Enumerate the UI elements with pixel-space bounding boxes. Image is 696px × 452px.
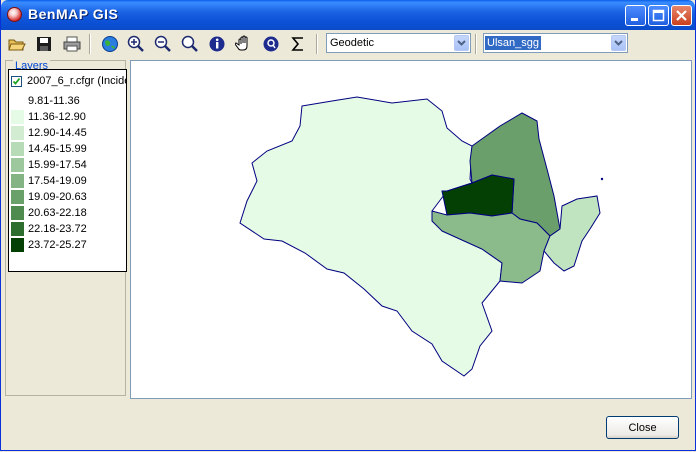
- legend-bin: 17.54-19.09: [9, 174, 126, 188]
- layer-select[interactable]: Ulsan_sgg: [483, 33, 628, 53]
- close-icon: [676, 10, 687, 21]
- print-button[interactable]: [61, 33, 83, 55]
- zoom-in-icon: [127, 35, 144, 52]
- legend-swatch: [11, 158, 24, 172]
- legend-bin-label: 22.18-23.72: [28, 223, 87, 235]
- legend-bin: 22.18-23.72: [9, 222, 126, 236]
- legend-swatch: [11, 174, 24, 188]
- check-icon: [12, 77, 21, 85]
- pan-icon: [235, 35, 248, 51]
- window-title: BenMAP GIS: [28, 6, 119, 22]
- minimize-icon: [631, 18, 638, 21]
- legend-bin-label: 20.63-22.18: [28, 207, 87, 219]
- legend-bin-label: 14.45-15.99: [28, 143, 87, 155]
- legend-bin: 12.90-14.45: [9, 126, 126, 140]
- zoom-extent-icon: [181, 35, 198, 52]
- legend-bin: 15.99-17.54: [9, 158, 126, 172]
- layer-dropdown-arrow[interactable]: [611, 35, 626, 51]
- zoom-out-icon: [154, 35, 171, 52]
- layers-panel: Layers 2007_6_r.cfgr (Incide 9.81-11.36 1…: [5, 60, 127, 396]
- benmap-gis-window: BenMAP GIS Geodetic Ulsan_sgg Layers 200…: [0, 0, 696, 451]
- save-icon: [37, 37, 51, 51]
- legend-box: 2007_6_r.cfgr (Incide 9.81-11.36 11.36-12…: [8, 69, 127, 272]
- legend-swatch: [11, 94, 24, 108]
- full-extent-button[interactable]: [99, 33, 121, 55]
- identify-icon: [263, 36, 279, 52]
- legend-swatch: [11, 142, 24, 156]
- legend-bin: 20.63-22.18: [9, 206, 126, 220]
- map-svg[interactable]: [131, 61, 691, 398]
- legend-bin: 11.36-12.90: [9, 110, 126, 124]
- open-icon: [8, 39, 26, 51]
- layer-checkbox[interactable]: [11, 76, 22, 87]
- legend-swatch: [11, 222, 24, 236]
- legend-bin: 19.09-20.63: [9, 190, 126, 204]
- legend-swatch: [11, 206, 24, 220]
- sum-button[interactable]: [287, 33, 309, 55]
- projection-select[interactable]: Geodetic: [326, 33, 471, 53]
- legend-bin-label: 9.81-11.36: [28, 95, 80, 107]
- app-icon: [7, 7, 22, 22]
- legend-swatch: [11, 190, 24, 204]
- legend-bin: 9.81-11.36: [9, 94, 126, 108]
- legend-bin-label: 15.99-17.54: [28, 159, 87, 171]
- print-icon: [63, 36, 81, 52]
- zoom-in-button[interactable]: [125, 33, 147, 55]
- close-window-button[interactable]: [671, 5, 692, 26]
- identify-button[interactable]: [260, 33, 282, 55]
- zoom-out-button[interactable]: [152, 33, 174, 55]
- sum-icon: [291, 37, 303, 51]
- projection-value: Geodetic: [330, 37, 375, 49]
- save-button[interactable]: [33, 33, 55, 55]
- open-button[interactable]: [6, 33, 28, 55]
- legend-bin-label: 12.90-14.45: [28, 127, 87, 139]
- legend-swatch: [11, 126, 24, 140]
- legend-bin-label: 11.36-12.90: [28, 111, 86, 123]
- pan-button[interactable]: [233, 33, 255, 55]
- map-point: [600, 177, 604, 181]
- close-button[interactable]: Close: [606, 416, 679, 439]
- legend-bin-label: 17.54-19.09: [28, 175, 87, 187]
- title-bar[interactable]: BenMAP GIS: [1, 0, 695, 30]
- layer-select-value: Ulsan_sgg: [485, 36, 541, 50]
- legend-bin: 23.72-25.27: [9, 238, 126, 252]
- info-button[interactable]: [206, 33, 228, 55]
- legend-bin: 14.45-15.99: [9, 142, 126, 156]
- projection-dropdown-arrow[interactable]: [454, 35, 469, 51]
- chevron-down-icon: [614, 40, 623, 46]
- legend-swatch: [11, 238, 24, 252]
- zoom-extent-button[interactable]: [179, 33, 201, 55]
- maximize-button[interactable]: [648, 5, 669, 26]
- layer-name: 2007_6_r.cfgr (Incide: [27, 75, 127, 87]
- globe-icon: [102, 36, 118, 52]
- map-canvas[interactable]: [130, 60, 692, 399]
- chevron-down-icon: [457, 40, 466, 46]
- legend-bin-label: 23.72-25.27: [28, 239, 87, 251]
- legend-swatch: [11, 110, 24, 124]
- toolbar: Geodetic Ulsan_sgg: [1, 30, 695, 58]
- info-icon: [209, 36, 225, 52]
- minimize-button[interactable]: [625, 5, 646, 26]
- maximize-icon: [652, 9, 665, 22]
- legend-bin-label: 19.09-20.63: [28, 191, 87, 203]
